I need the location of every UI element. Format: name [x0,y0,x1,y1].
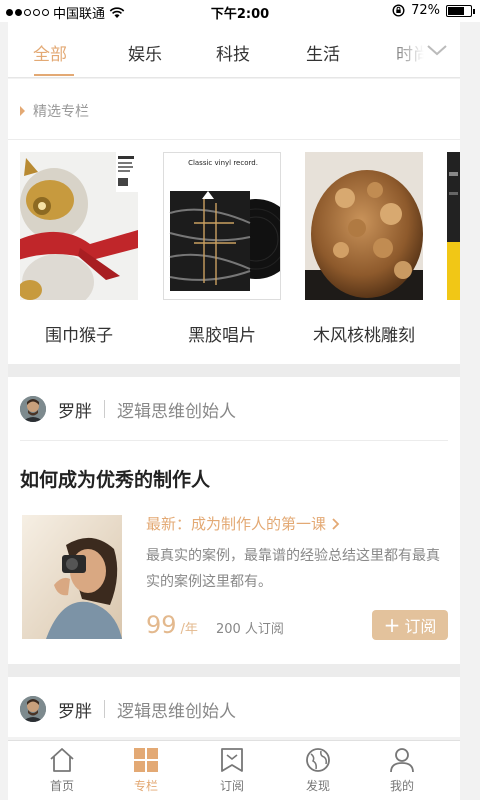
nav-home-label: 首页 [49,779,74,793]
vinyl-cover-text: Classic vinyl record. [188,159,258,167]
nav-subscriptions[interactable]: 订阅 [202,747,262,794]
profile-icon [390,748,414,773]
author-title: 逻辑思维创始人 [117,701,236,722]
user-avatar-icon [20,396,46,422]
bottom-tab-bar: 首页 专栏 订阅 发现 我的 [8,740,460,800]
plus-icon: + [383,613,401,637]
active-tab-indicator [34,74,74,76]
post-title[interactable]: 如何成为优秀的制作人 [20,465,210,492]
battery-icon [446,4,475,17]
tab-life[interactable]: 生活 [306,40,340,65]
user-avatar-icon [20,696,46,722]
battery-percent: 72% [411,3,440,18]
author-title: 逻辑思维创始人 [117,401,236,422]
tab-technology[interactable]: 科技 [216,40,250,65]
author-name[interactable]: 罗胖 [58,697,92,722]
author-name[interactable]: 罗胖 [58,397,92,422]
chevron-right-icon [332,517,340,530]
featured-card-vinyl[interactable]: Classic vinyl record. [163,152,281,300]
price-value: 99 [146,611,177,639]
nav-subscriptions-label: 订阅 [219,779,244,793]
latest-episode-link[interactable]: 最新：成为制作人的第一课 [146,513,340,534]
column-post-card[interactable]: 罗胖 逻辑思维创始人 如何成为优秀的制作人 最新：成为制作人的第一课 最真实的案… [8,377,460,664]
featured-card-walnut[interactable] [305,152,423,300]
nav-columns-label: 专栏 [133,779,158,793]
category-tabs: 全部 娱乐 科技 生活 时尚 [8,22,460,78]
subscriber-count: 200 人订阅 [215,622,284,637]
featured-section-title: 精选专栏 [33,104,89,120]
featured-card-label: 木风核桃雕刻 [313,326,415,346]
subscribe-button[interactable]: + 订阅 [372,610,448,640]
avatar[interactable] [20,696,46,722]
triangle-marker-icon [20,106,25,116]
globe-icon [306,748,330,772]
status-bar: 中国联通 下午2:00 72% [0,0,480,22]
home-icon [50,748,74,772]
photographer-photo-image [22,515,122,639]
bookmark-icon [221,748,243,772]
vinyl-record-image [164,153,280,299]
nav-discover[interactable]: 发现 [288,747,348,794]
price-row: 99 /年 200 人订阅 [146,611,284,639]
nav-me-label: 我的 [389,779,414,793]
featured-card-label: 围巾猴子 [45,326,113,346]
column-grid-icon [134,748,158,772]
featured-card-label: 黑胶唱片 [188,326,256,346]
author-row: 罗胖 逻辑思维创始人 [20,394,236,424]
avatar[interactable] [20,396,46,422]
nav-home[interactable]: 首页 [32,747,92,794]
subscribe-label: 订阅 [404,617,437,636]
featured-card-monkey[interactable] [20,152,138,300]
post-description: 最真实的案例，最靠谱的经验总结这里都有最真实的案例这里都有。 [146,548,440,590]
monkey-sculpture-image [20,152,138,300]
rotation-lock-icon [392,4,405,17]
latest-episode-text: 最新：成为制作人的第一课 [146,515,327,533]
featured-section-header: 精选专栏 [20,101,89,121]
tab-entertainment[interactable]: 娱乐 [128,40,162,65]
featured-section: 精选专栏 围巾猴子 Classic vinyl record. 黑胶唱片 木风核… [8,79,460,364]
price-unit: /年 [180,622,198,637]
post-thumbnail[interactable] [22,515,122,639]
author-row: 罗胖 逻辑思维创始人 [20,694,236,724]
column-post-card[interactable]: 罗胖 逻辑思维创始人 [8,677,460,737]
nav-discover-label: 发现 [305,779,330,793]
nav-columns[interactable]: 专栏 [116,747,176,794]
nav-me[interactable]: 我的 [372,747,432,794]
walnut-carving-image [305,152,423,300]
tab-all[interactable]: 全部 [33,40,67,65]
chevron-down-icon[interactable] [426,40,448,60]
featured-card-partial[interactable] [447,152,460,300]
